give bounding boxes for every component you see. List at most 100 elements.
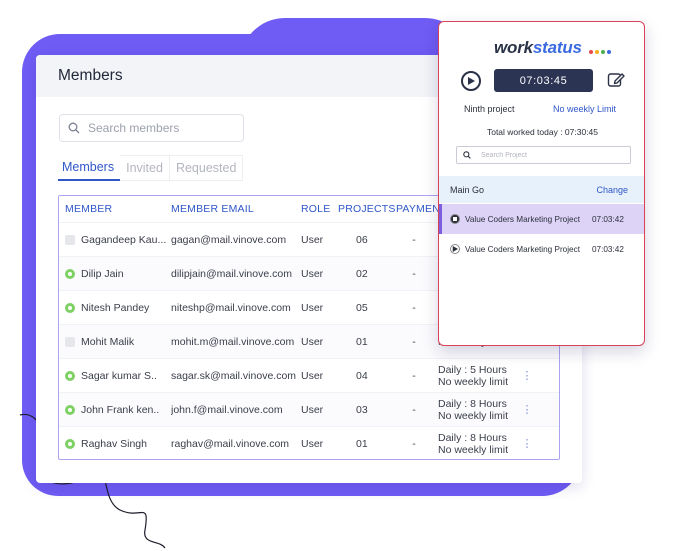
play-icon (450, 244, 460, 254)
search-members-field[interactable] (59, 114, 244, 142)
member-payment: - (412, 335, 416, 348)
tab-invited[interactable]: Invited (120, 155, 170, 181)
status-indicator-icon (65, 268, 75, 279)
member-role: User (301, 335, 324, 348)
search-project-field[interactable] (456, 146, 631, 164)
logo-text-work: work (494, 38, 533, 57)
member-role: User (301, 437, 324, 450)
current-project-name: Ninth project (464, 104, 515, 114)
timer-display: 07:03:45 (494, 69, 593, 92)
member-email: raghav@mail.vinove.com (171, 437, 290, 450)
column-header-member[interactable]: MEMBER (59, 203, 171, 215)
member-cell: Raghav Singh (59, 438, 171, 450)
member-limit: Daily : 8 Hours No weekly limit (432, 432, 520, 456)
member-tabs: Members Invited Requested (58, 155, 244, 181)
weekly-limit: No weekly limit (438, 375, 509, 388)
search-icon (68, 122, 80, 134)
member-payment: - (412, 437, 416, 450)
member-email: niteshp@mail.vinove.com (171, 301, 291, 314)
status-indicator-icon (65, 404, 75, 415)
task-name: Value Coders Marketing Project (465, 214, 580, 224)
member-cell: Nitesh Pandey (59, 302, 171, 314)
search-icon (463, 151, 471, 159)
member-payment: - (412, 233, 416, 246)
table-row[interactable]: Raghav Singh raghav@mail.vinove.com User 01… (59, 426, 559, 459)
member-email: dilipjain@mail.vinove.com (171, 267, 292, 280)
member-email: sagar.sk@mail.vinove.com (171, 369, 297, 382)
status-indicator-icon (65, 234, 75, 245)
member-role: User (301, 403, 324, 416)
member-projects: 05 (356, 301, 368, 314)
stop-icon (450, 214, 460, 224)
task-item[interactable]: Value Coders Marketing Project 07:03:42 (439, 204, 644, 234)
member-email: john.f@mail.vinove.com (171, 403, 283, 416)
logo-dot (595, 50, 599, 54)
logo-dot (601, 50, 605, 54)
member-projects: 01 (356, 335, 368, 348)
more-options-icon[interactable]: ⋮ (520, 437, 534, 450)
column-header-role[interactable]: ROLE (301, 203, 338, 215)
member-cell: John Frank ken.. (59, 404, 171, 416)
column-header-projects[interactable]: PROJECTS (338, 203, 396, 215)
task-name: Value Coders Marketing Project (465, 244, 580, 254)
more-options-icon[interactable]: ⋮ (520, 403, 534, 416)
play-icon (468, 77, 475, 85)
member-limit: Daily : 8 Hours No weekly limit (432, 398, 520, 422)
member-role: User (301, 369, 324, 382)
member-role: User (301, 267, 324, 280)
member-name[interactable]: Sagar kumar S.. (81, 370, 157, 382)
search-members-input[interactable] (88, 121, 228, 135)
member-name[interactable]: Raghav Singh (81, 438, 147, 450)
logo-dots (589, 50, 611, 54)
table-row[interactable]: Sagar kumar S.. sagar.sk@mail.vinove.com U… (59, 358, 559, 392)
status-indicator-icon (65, 302, 75, 313)
member-projects: 06 (356, 233, 368, 246)
member-projects: 03 (356, 403, 368, 416)
total-worked-today: Total worked today : 07:30:45 (486, 127, 599, 137)
project-group-title: Main Go (450, 184, 485, 195)
logo-dot (589, 50, 593, 54)
play-button[interactable] (461, 71, 481, 91)
change-group-link[interactable]: Change (596, 185, 628, 195)
member-role: User (301, 301, 324, 314)
member-payment: - (412, 403, 416, 416)
member-name[interactable]: Dilip Jain (81, 268, 124, 280)
status-indicator-icon (65, 438, 75, 449)
member-email: mohit.m@mail.vinove.com (171, 335, 295, 348)
tab-requested[interactable]: Requested (169, 155, 244, 181)
workstatus-logo: workstatus (494, 38, 582, 58)
member-name[interactable]: Mohit Malik (81, 336, 134, 348)
member-name[interactable]: Gagandeep Kau... (81, 234, 166, 246)
member-cell: Dilip Jain (59, 268, 171, 280)
project-group-header: Main Go Change (439, 176, 644, 203)
status-indicator-icon (65, 370, 75, 381)
daily-limit: Daily : 5 Hours (438, 363, 507, 376)
table-row[interactable]: John Frank ken.. john.f@mail.vinove.com Us… (59, 392, 559, 426)
member-payment: - (412, 369, 416, 382)
member-projects: 01 (356, 437, 368, 450)
workstatus-widget: workstatus 07:03:45 Ninth project No wee… (438, 21, 645, 346)
task-time: 07:03:42 (592, 244, 624, 254)
logo-dot (607, 50, 611, 54)
member-limit: Daily : 5 Hours No weekly limit (432, 364, 520, 388)
member-cell: Sagar kumar S.. (59, 370, 171, 382)
task-time: 07:03:42 (592, 214, 624, 224)
member-email: gagan@mail.vinove.com (171, 233, 287, 246)
member-projects: 02 (356, 267, 368, 280)
logo-text-status: status (532, 38, 582, 57)
edit-icon[interactable] (607, 71, 625, 89)
member-role: User (301, 233, 324, 246)
task-item[interactable]: Value Coders Marketing Project 07:03:42 (439, 234, 644, 264)
weekly-limit: No weekly limit (438, 409, 509, 422)
member-cell: Gagandeep Kau... (59, 234, 171, 246)
member-name[interactable]: John Frank ken.. (81, 404, 159, 416)
tab-members[interactable]: Members (58, 155, 121, 181)
daily-limit: Daily : 8 Hours (438, 431, 507, 444)
search-project-input[interactable] (481, 151, 621, 159)
member-name[interactable]: Nitesh Pandey (81, 302, 149, 314)
weekly-limit-link[interactable]: No weekly Limit (553, 104, 616, 114)
column-header-email[interactable]: MEMBER EMAIL (171, 203, 301, 215)
status-indicator-icon (65, 336, 75, 347)
more-options-icon[interactable]: ⋮ (520, 369, 534, 382)
member-projects: 04 (356, 369, 368, 382)
